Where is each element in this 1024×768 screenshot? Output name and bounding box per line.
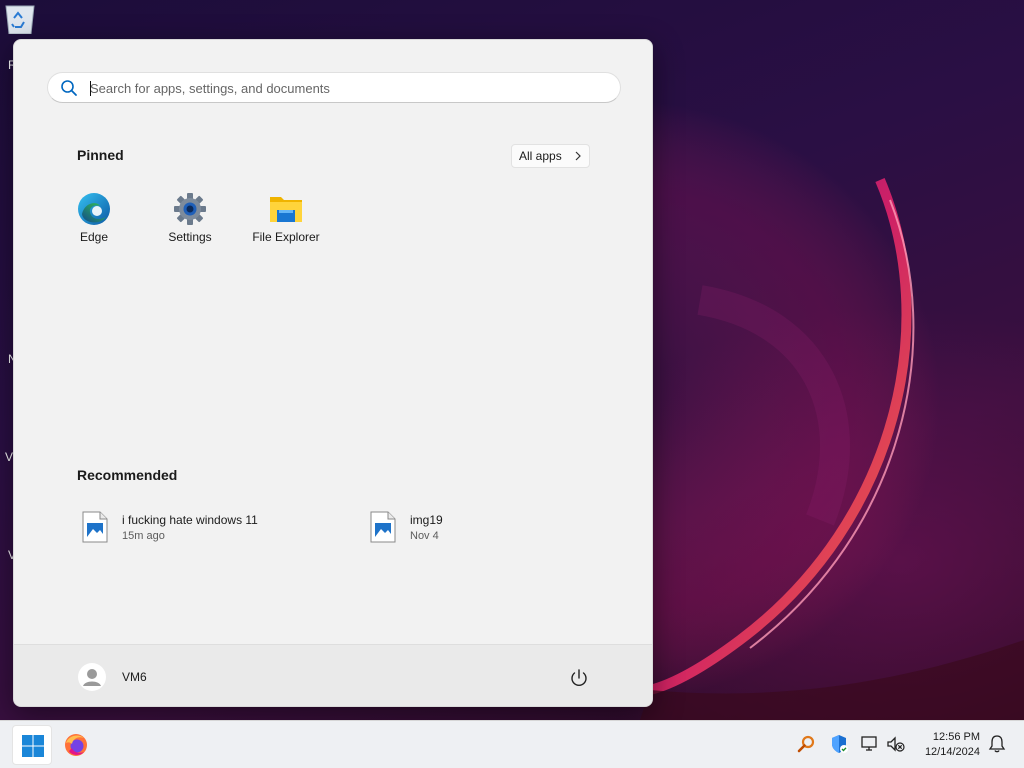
text-caret bbox=[90, 81, 91, 96]
start-menu-footer: VM6 bbox=[14, 644, 652, 706]
avatar bbox=[78, 663, 106, 691]
recommended-item-name: img19 bbox=[410, 513, 443, 527]
search-icon bbox=[61, 80, 77, 96]
pinned-app-file-explorer[interactable]: File Explorer bbox=[238, 188, 334, 252]
pinned-section-title: Pinned bbox=[77, 147, 124, 163]
pinned-app-label: File Explorer bbox=[252, 230, 320, 244]
desktop-icon-label-partial: V bbox=[5, 450, 14, 464]
start-menu: Pinned All apps Edge bbox=[13, 39, 653, 707]
pinned-app-label: Settings bbox=[168, 230, 212, 244]
power-icon[interactable] bbox=[568, 667, 590, 689]
recommended-section-title: Recommended bbox=[77, 467, 178, 483]
image-file-icon bbox=[82, 511, 108, 543]
clock-date: 12/14/2024 bbox=[924, 746, 980, 758]
recommended-item-time: 15m ago bbox=[122, 530, 165, 542]
firefox-icon bbox=[65, 734, 87, 756]
start-search-box[interactable] bbox=[47, 72, 621, 103]
notification-bell-icon[interactable] bbox=[987, 734, 1007, 754]
folder-icon bbox=[270, 197, 302, 222]
gear-icon bbox=[174, 193, 206, 225]
recycle-bin-icon[interactable] bbox=[0, 0, 40, 34]
clock-time: 12:56 PM bbox=[932, 731, 980, 743]
taskbar-firefox-button[interactable] bbox=[56, 725, 96, 765]
pinned-app-settings[interactable]: Settings bbox=[142, 188, 238, 252]
edge-icon bbox=[78, 193, 110, 225]
search-input[interactable] bbox=[90, 77, 590, 99]
recommended-item[interactable]: i fucking hate windows 11 15m ago bbox=[82, 505, 342, 549]
all-apps-button[interactable]: All apps bbox=[511, 144, 590, 168]
user-account-button[interactable]: VM6 bbox=[74, 659, 194, 695]
recommended-item[interactable]: img19 Nov 4 bbox=[370, 505, 630, 549]
network-disconnected-icon[interactable] bbox=[860, 734, 880, 754]
all-apps-label: All apps bbox=[519, 149, 562, 163]
windows-logo-icon bbox=[22, 735, 44, 757]
start-button[interactable] bbox=[12, 725, 52, 765]
recommended-item-time: Nov 4 bbox=[410, 530, 439, 542]
taskbar-clock[interactable]: 12:56 PM 12/14/2024 bbox=[912, 728, 988, 762]
pinned-app-edge[interactable]: Edge bbox=[46, 188, 142, 252]
volume-muted-icon[interactable] bbox=[886, 734, 906, 754]
chevron-right-icon bbox=[575, 151, 581, 161]
defender-shield-icon[interactable] bbox=[829, 734, 849, 754]
user-name: VM6 bbox=[122, 670, 147, 684]
image-file-icon bbox=[370, 511, 396, 543]
pinned-app-label: Edge bbox=[79, 230, 109, 244]
search-key-icon[interactable] bbox=[796, 734, 816, 754]
recommended-item-name: i fucking hate windows 11 bbox=[122, 513, 258, 527]
